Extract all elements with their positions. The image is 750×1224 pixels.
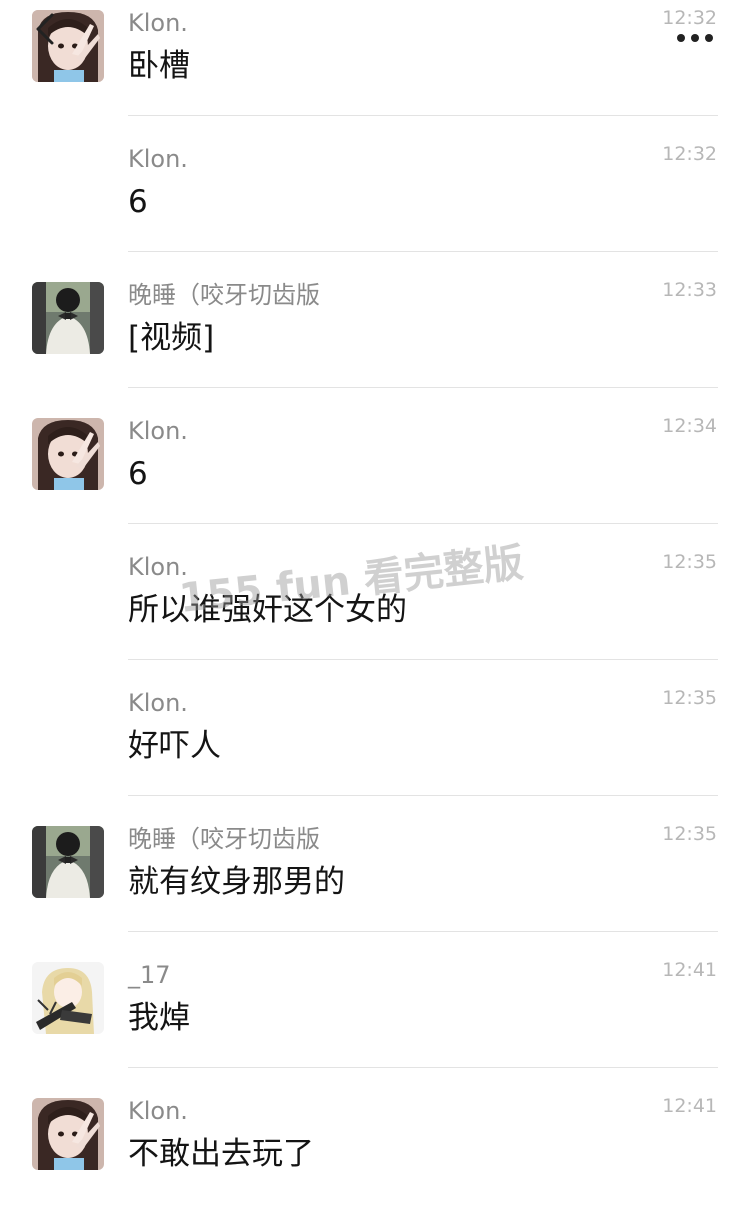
message-time: 12:34 bbox=[662, 415, 717, 437]
message-time: 12:32 bbox=[662, 143, 717, 165]
divider bbox=[128, 659, 718, 660]
divider bbox=[128, 931, 718, 932]
message-item[interactable]: Klon. 12:34 6 bbox=[0, 408, 750, 544]
avatar-car-bow[interactable] bbox=[32, 826, 104, 898]
message-item[interactable]: Klon. 12:41 不敢出去玩了 bbox=[0, 1088, 750, 1224]
message-item[interactable]: Klon. 12:32 卧槽 bbox=[0, 0, 750, 136]
avatar-girl[interactable] bbox=[32, 1098, 104, 1170]
message-item[interactable]: _17 12:41 我焯 bbox=[0, 952, 750, 1088]
avatar-anime-guitar[interactable] bbox=[32, 962, 104, 1034]
message-time: 12:35 bbox=[662, 551, 717, 573]
message-time: 12:41 bbox=[662, 1095, 717, 1117]
message-content: 卧槽 bbox=[128, 48, 190, 84]
message-content: 6 bbox=[128, 184, 148, 220]
message-content: 所以谁强奸这个女的 bbox=[128, 592, 407, 628]
message-content: 就有纹身那男的 bbox=[128, 864, 345, 900]
sender-name: Klon. bbox=[128, 1097, 188, 1125]
sender-name: Klon. bbox=[128, 9, 188, 37]
message-content: 6 bbox=[128, 456, 148, 492]
divider bbox=[128, 115, 718, 116]
sender-name: 晚睡（咬牙切齿版 bbox=[128, 825, 320, 853]
message-item[interactable]: Klon. 12:35 好吓人 bbox=[0, 680, 750, 816]
sender-name: Klon. bbox=[128, 145, 188, 173]
message-content: 好吓人 bbox=[128, 728, 221, 764]
message-time: 12:35 bbox=[662, 687, 717, 709]
avatar-car-bow[interactable] bbox=[32, 282, 104, 354]
message-item[interactable]: Klon. 12:35 所以谁强奸这个女的 bbox=[0, 544, 750, 680]
avatar-girl[interactable] bbox=[32, 418, 104, 490]
message-item[interactable]: Klon. 12:32 6 bbox=[0, 136, 750, 272]
sender-name: Klon. bbox=[128, 689, 188, 717]
message-item[interactable]: 晚睡（咬牙切齿版 12:33 [视频] bbox=[0, 272, 750, 408]
more-dots-icon[interactable] bbox=[676, 28, 714, 42]
sender-name: 晚睡（咬牙切齿版 bbox=[128, 281, 320, 309]
divider bbox=[128, 523, 718, 524]
message-time: 12:33 bbox=[662, 279, 717, 301]
message-item[interactable]: 晚睡（咬牙切齿版 12:35 就有纹身那男的 bbox=[0, 816, 750, 952]
sender-name: _17 bbox=[128, 961, 171, 989]
divider bbox=[128, 795, 718, 796]
sender-name: Klon. bbox=[128, 553, 188, 581]
chevron-left-icon[interactable] bbox=[34, 12, 56, 46]
message-content: 不敢出去玩了 bbox=[128, 1136, 314, 1172]
chat-history-page: Klon. 12:32 卧槽 Klon. 12:32 6 晚睡（咬牙切齿版 12… bbox=[0, 0, 750, 1191]
divider bbox=[128, 387, 718, 388]
message-content: 我焯 bbox=[128, 1000, 190, 1036]
sender-name: Klon. bbox=[128, 417, 188, 445]
message-time: 12:35 bbox=[662, 823, 717, 845]
message-time: 12:41 bbox=[662, 959, 717, 981]
divider bbox=[128, 251, 718, 252]
message-content[interactable]: [视频] bbox=[128, 317, 214, 359]
message-time: 12:32 bbox=[662, 7, 717, 29]
divider bbox=[128, 1067, 718, 1068]
